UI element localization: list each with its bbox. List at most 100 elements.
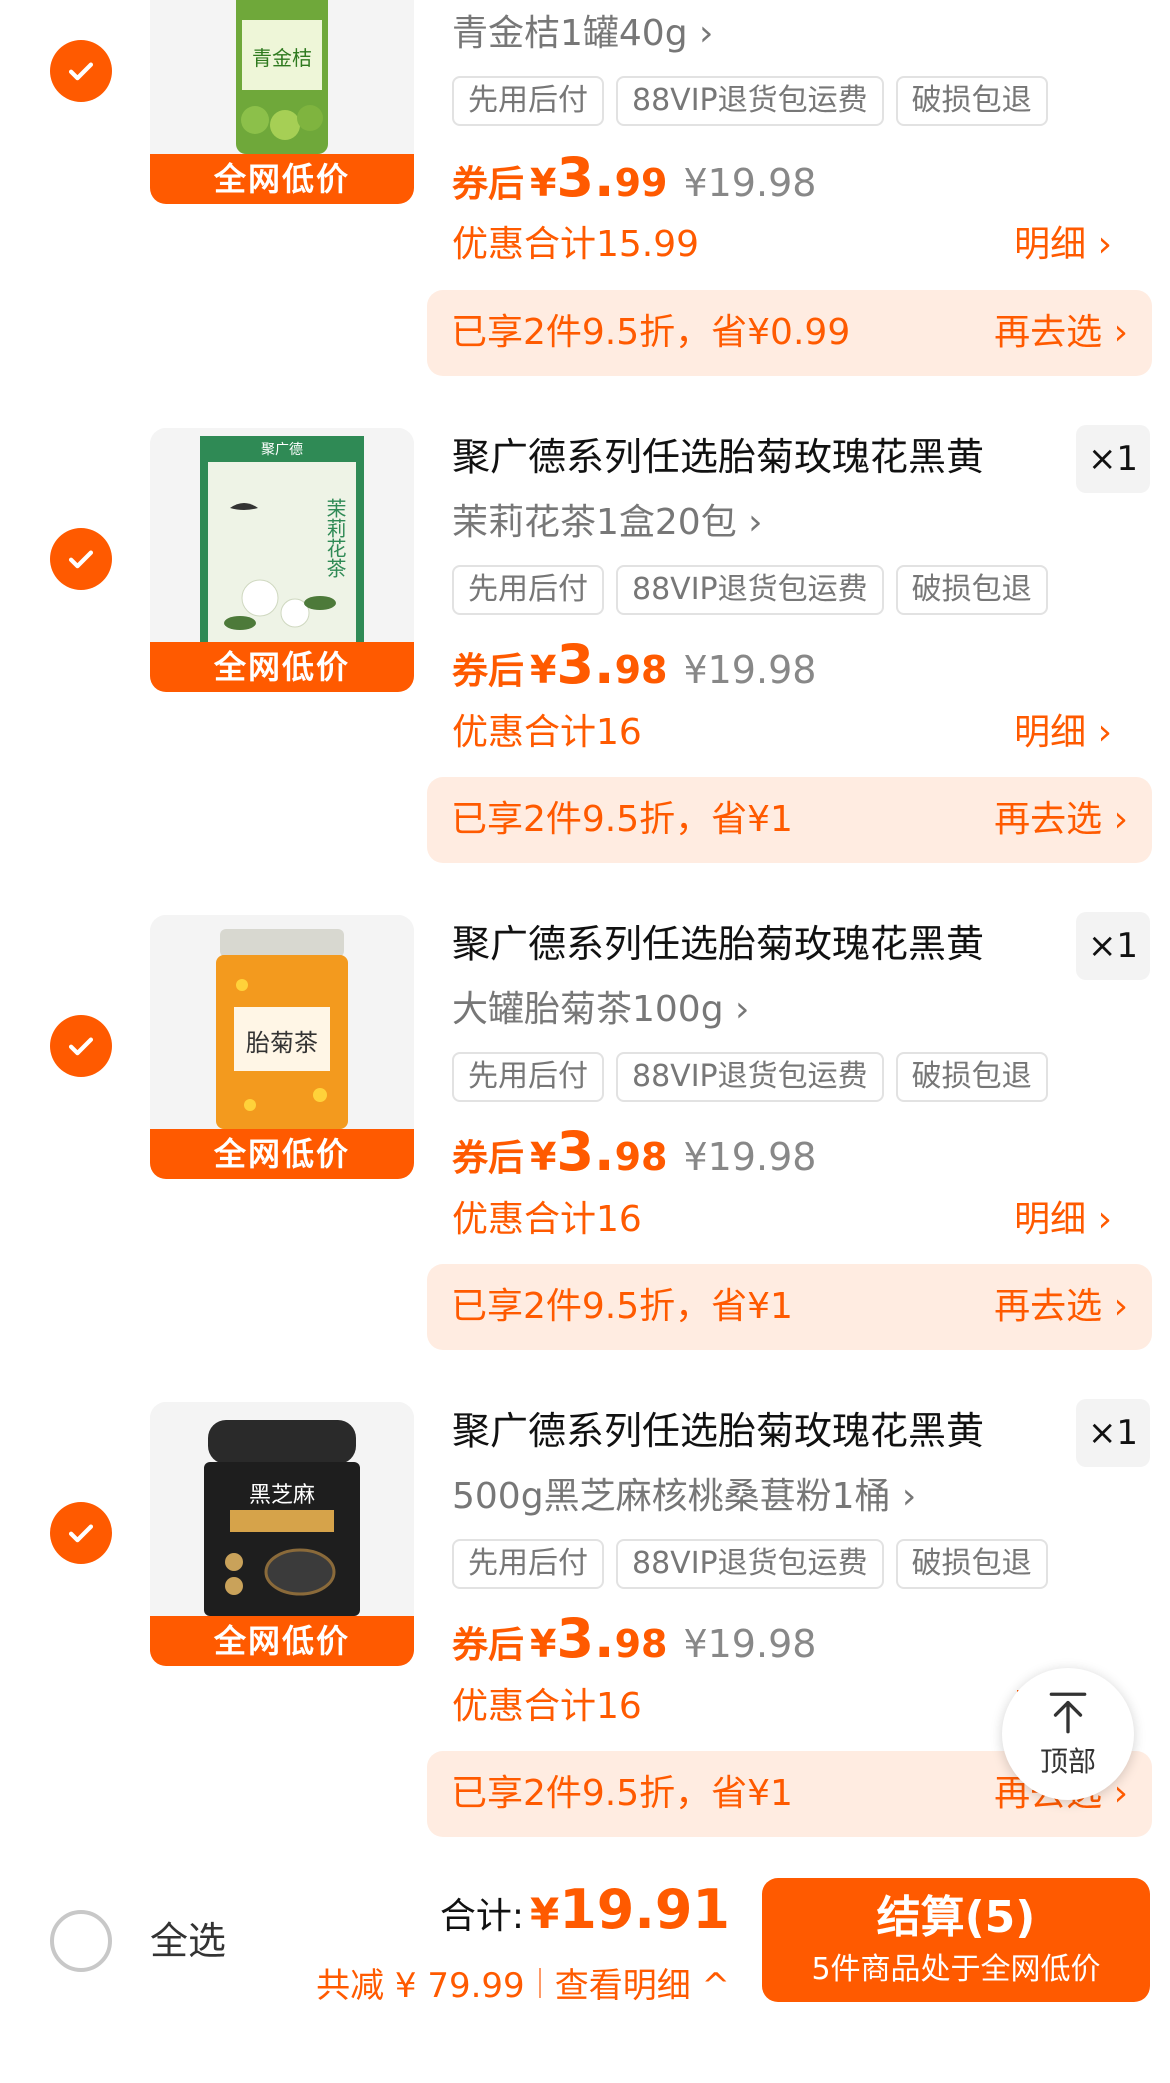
product-spec[interactable]: 500g黑芝麻核桃桑葚粉1桶 › xyxy=(452,1471,916,1523)
svg-text:胎菊茶: 胎菊茶 xyxy=(246,1029,318,1057)
original-price: ¥19.98 xyxy=(683,1622,817,1666)
price-row: 券后 ¥ 3. 98 ¥19.98 xyxy=(452,1120,816,1183)
back-to-top-label: 顶部 xyxy=(1039,1745,1096,1778)
select-all-checkbox[interactable] xyxy=(50,1910,112,1972)
price-integer: 3. xyxy=(556,1120,615,1183)
lowest-price-badge: 全网低价 xyxy=(150,642,414,692)
quantity-badge[interactable]: ×1 xyxy=(1076,425,1150,493)
detail-link[interactable]: 明细 › xyxy=(1014,1195,1112,1245)
currency-symbol: ¥ xyxy=(530,161,557,205)
coupon-label: 券后 xyxy=(452,651,525,692)
service-tags: 先用后付 88VIP退货包运费 破损包退 xyxy=(452,1052,1048,1102)
check-icon xyxy=(68,550,94,569)
choose-again-link[interactable]: 再去选 › xyxy=(994,1264,1128,1350)
checkout-sub-label: 5件商品处于全网低价 xyxy=(811,1952,1101,1987)
kumquat-jar-image: 青金桔 xyxy=(150,0,414,154)
price-decimal: 98 xyxy=(614,1622,668,1666)
tag-damage-return: 破损包退 xyxy=(895,565,1048,615)
currency-symbol: ¥ xyxy=(530,1622,557,1666)
discount-total: 优惠合计16 xyxy=(452,712,642,753)
saved-amount: 共减 ¥ 79.99 xyxy=(316,1966,525,2006)
total-row: 合计: ¥ 19.91 xyxy=(440,1878,730,1941)
item-checkbox[interactable] xyxy=(50,40,112,102)
tag-88vip-return: 88VIP退货包运费 xyxy=(616,1052,884,1102)
promo-text: 已享2件9.5折，省¥1 xyxy=(451,1286,793,1327)
product-image[interactable]: 黑芝麻 全网低价 xyxy=(150,1402,414,1666)
promo-text: 已享2件9.5折，省¥1 xyxy=(451,799,793,840)
black-sesame-jar-image: 黑芝麻 xyxy=(150,1402,414,1616)
tag-pay-later: 先用后付 xyxy=(452,565,604,615)
choose-again-link[interactable]: 再去选 › xyxy=(994,290,1128,376)
promo-text: 已享2件9.5折，省¥0.99 xyxy=(451,312,851,353)
coupon-label: 券后 xyxy=(452,1138,525,1179)
price-row: 券后 ¥ 3. 98 ¥19.98 xyxy=(452,633,816,696)
discount-total: 优惠合计16 xyxy=(452,1686,642,1727)
saved-row: 共减 ¥ 79.99 查看明细 ^ xyxy=(316,1958,730,2007)
product-title[interactable]: 聚广德系列任选胎菊玫瑰花黑黄 xyxy=(452,1405,1032,1457)
chrysanthemum-jar-image: 胎菊茶 xyxy=(150,915,414,1129)
service-tags: 先用后付 88VIP退货包运费 破损包退 xyxy=(452,565,1048,615)
lowest-price-badge: 全网低价 xyxy=(150,154,414,204)
product-title[interactable]: 聚广德系列任选胎菊玫瑰花黑黄 xyxy=(452,918,1032,970)
service-tags: 先用后付 88VIP退货包运费 破损包退 xyxy=(452,76,1048,126)
promo-banner[interactable]: 已享2件9.5折，省¥0.99 再去选 › xyxy=(427,290,1152,376)
original-price: ¥19.98 xyxy=(683,1135,817,1179)
product-spec[interactable]: 茉莉花茶1盒20包 › xyxy=(452,497,763,549)
product-image[interactable]: 胎菊茶 全网低价 xyxy=(150,915,414,1179)
total-amount: 19.91 xyxy=(559,1878,730,1941)
tag-damage-return: 破损包退 xyxy=(895,76,1048,126)
item-checkbox[interactable] xyxy=(50,1502,112,1564)
checkout-bar: 全选 合计: ¥ 19.91 共减 ¥ 79.99 查看明细 ^ 结算(5) 5… xyxy=(0,1858,1170,2083)
select-all-label[interactable]: 全选 xyxy=(150,1916,226,1966)
tag-88vip-return: 88VIP退货包运费 xyxy=(616,1539,884,1589)
original-price: ¥19.98 xyxy=(683,648,817,692)
detail-link[interactable]: 明细 › xyxy=(1014,708,1112,758)
price-row: 券后 ¥ 3. 98 ¥19.98 xyxy=(452,1607,816,1670)
back-to-top-button[interactable]: 顶部 xyxy=(1002,1668,1134,1800)
product-image[interactable]: 聚广德 茉莉花茶 全网低价 xyxy=(150,428,414,692)
product-spec[interactable]: 大罐胎菊茶100g › xyxy=(452,984,749,1036)
tag-88vip-return: 88VIP退货包运费 xyxy=(616,76,884,126)
arrow-up-icon xyxy=(1049,1692,1087,1734)
divider xyxy=(538,1967,541,1998)
view-detail-link[interactable]: 查看明细 ^ xyxy=(555,1958,730,2007)
svg-text:青金桔: 青金桔 xyxy=(252,46,312,70)
product-spec[interactable]: 青金桔1罐40g › xyxy=(452,8,713,60)
coupon-label: 券后 xyxy=(452,1625,525,1666)
discount-row: 优惠合计16 明细 › xyxy=(452,708,1112,758)
svg-text:黑芝麻: 黑芝麻 xyxy=(249,1483,315,1508)
check-icon xyxy=(68,62,94,81)
product-image[interactable]: 青金桔 全网低价 xyxy=(150,0,414,204)
item-checkbox[interactable] xyxy=(50,528,112,590)
promo-banner[interactable]: 已享2件9.5折，省¥1 再去选 › xyxy=(427,1264,1152,1350)
tag-damage-return: 破损包退 xyxy=(895,1052,1048,1102)
coupon-label: 券后 xyxy=(452,164,525,205)
detail-link[interactable]: 明细 › xyxy=(1014,220,1112,270)
total-label: 合计: xyxy=(439,1896,524,1937)
discount-total: 优惠合计15.99 xyxy=(452,224,700,265)
quantity-badge[interactable]: ×1 xyxy=(1076,1399,1150,1467)
item-checkbox[interactable] xyxy=(50,1015,112,1077)
discount-row: 优惠合计15.99 明细 › xyxy=(452,220,1112,270)
jasmine-tea-box-image: 聚广德 茉莉花茶 xyxy=(150,428,414,642)
promo-banner[interactable]: 已享2件9.5折，省¥1 再去选 › xyxy=(427,777,1152,863)
tag-pay-later: 先用后付 xyxy=(452,1052,604,1102)
choose-again-link[interactable]: 再去选 › xyxy=(994,777,1128,863)
tag-pay-later: 先用后付 xyxy=(452,1539,604,1589)
checkout-button[interactable]: 结算(5) 5件商品处于全网低价 xyxy=(762,1878,1150,2002)
tag-damage-return: 破损包退 xyxy=(895,1539,1048,1589)
lowest-price-badge: 全网低价 xyxy=(150,1129,414,1179)
svg-text:聚广德: 聚广德 xyxy=(261,442,303,458)
check-icon xyxy=(68,1037,94,1056)
checkout-label: 结算(5) xyxy=(876,1892,1036,1943)
product-title[interactable]: 聚广德系列任选胎菊玫瑰花黑黄 xyxy=(452,431,1032,483)
price-decimal: 99 xyxy=(614,161,668,205)
price-row: 券后 ¥ 3. 99 ¥19.98 xyxy=(452,146,816,209)
tag-pay-later: 先用后付 xyxy=(452,76,604,126)
price-integer: 3. xyxy=(556,1607,615,1670)
discount-row: 优惠合计16 明细 › xyxy=(452,1195,1112,1245)
promo-text: 已享2件9.5折，省¥1 xyxy=(451,1773,793,1814)
discount-total: 优惠合计16 xyxy=(452,1199,642,1240)
price-integer: 3. xyxy=(556,633,615,696)
quantity-badge[interactable]: ×1 xyxy=(1076,912,1150,980)
